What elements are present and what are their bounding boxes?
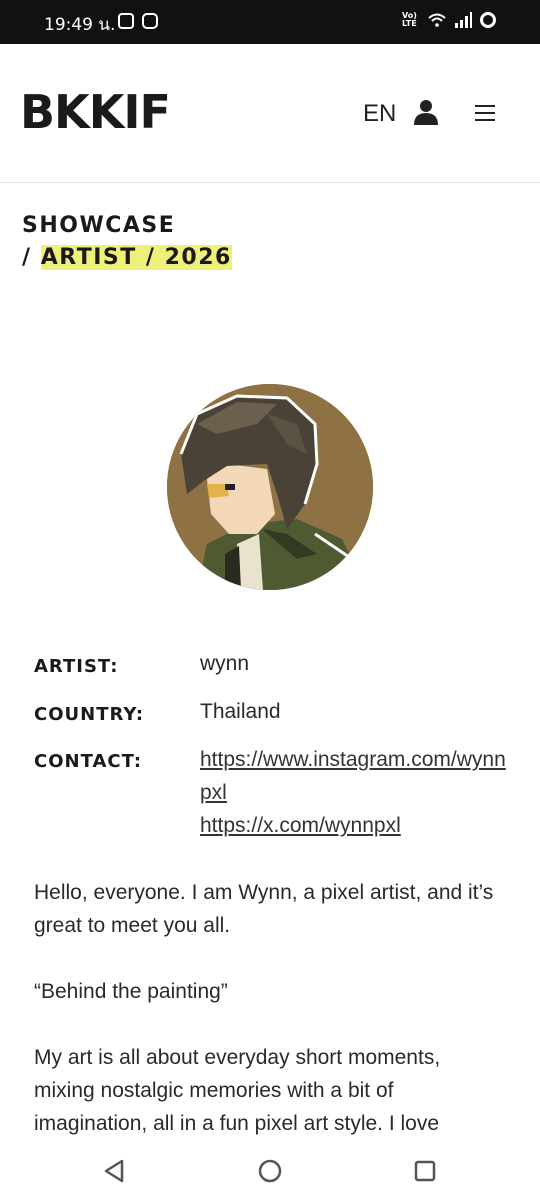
site-header: BKKIF EN <box>0 44 540 183</box>
contact-label: CONTACT: <box>34 751 143 772</box>
instagram-icon <box>142 13 158 29</box>
battery-icon <box>480 12 496 28</box>
site-logo[interactable]: BKKIF <box>20 88 171 136</box>
wifi-icon <box>428 13 446 27</box>
country-label: COUNTRY: <box>34 704 145 725</box>
country-value: Thailand <box>200 700 281 723</box>
recents-icon[interactable] <box>412 1158 438 1184</box>
home-icon[interactable] <box>257 1158 283 1184</box>
notification-icons <box>118 13 158 29</box>
artist-avatar <box>167 384 373 590</box>
artist-label: ARTIST: <box>34 656 119 677</box>
volte-icon: Vo) LTE <box>402 12 417 28</box>
hamburger-menu-icon[interactable] <box>475 104 495 122</box>
artist-bio: Hello, everyone. I am Wynn, a pixel arti… <box>34 876 504 1173</box>
user-icon[interactable] <box>414 99 438 125</box>
breadcrumb-artist-year: ARTIST / 2026 <box>40 245 232 270</box>
x-link[interactable]: https://x.com/wynnpxl <box>200 809 510 842</box>
system-indicators: Vo) LTE <box>402 12 496 28</box>
contact-links: https://www.instagram.com/wynnpxl https:… <box>200 743 510 842</box>
outlook-icon <box>118 13 134 29</box>
breadcrumb-separator: / <box>22 245 32 270</box>
signal-icon <box>455 12 472 28</box>
instagram-link[interactable]: https://www.instagram.com/wynnpxl <box>200 743 510 809</box>
artist-value: wynn <box>200 652 250 675</box>
breadcrumb: / ARTIST / 2026 <box>22 242 232 274</box>
bio-paragraph: My art is all about everyday short momen… <box>34 1046 441 1135</box>
pixel-portrait-image <box>167 384 373 590</box>
status-bar: 19:49 น. Vo) LTE <box>0 0 540 44</box>
bio-paragraph: “Behind the painting” <box>34 980 228 1003</box>
language-switch[interactable]: EN <box>363 100 396 128</box>
system-navigation-bar <box>0 1140 540 1200</box>
heading-showcase: SHOWCASE <box>22 213 176 238</box>
status-time: 19:49 น. <box>44 15 116 35</box>
page-title: SHOWCASE / ARTIST / 2026 <box>22 210 232 274</box>
bio-paragraph: Hello, everyone. I am Wynn, a pixel arti… <box>34 881 494 937</box>
back-icon[interactable] <box>102 1158 128 1184</box>
